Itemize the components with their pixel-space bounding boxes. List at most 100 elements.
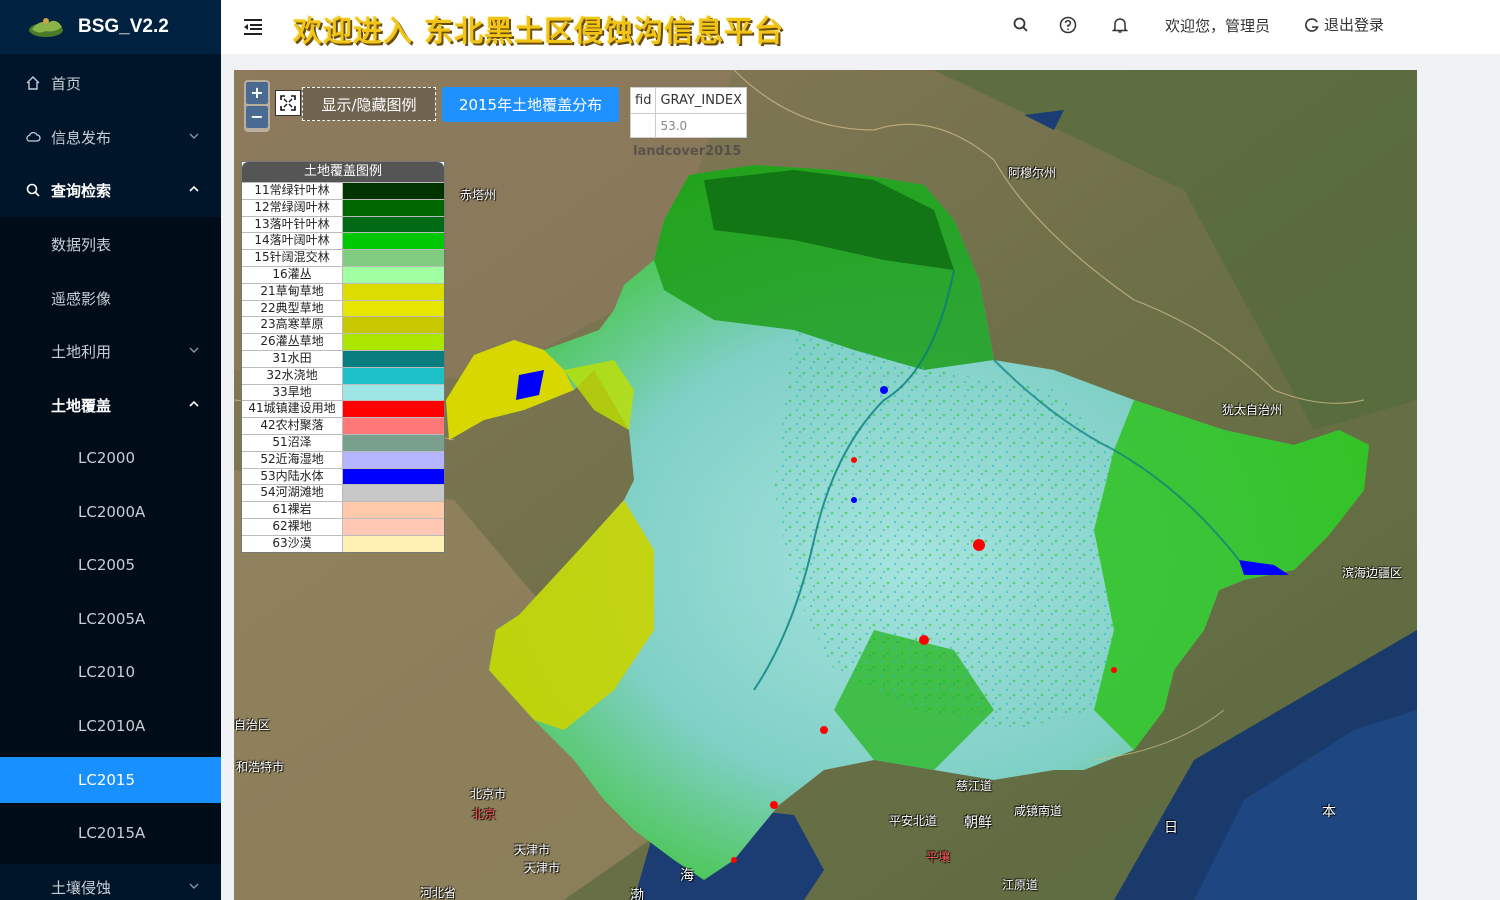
sidebar-item-label: 查询检索 [51,181,112,200]
legend-swatch [343,183,444,199]
legend-label: 16灌丛 [242,266,343,283]
legend-label: 13落叶针叶林 [242,216,343,233]
legend-label: 62裸地 [242,518,343,535]
legend-swatch [343,350,444,367]
search-icon [24,181,42,199]
sidebar-item-lc2010[interactable]: LC2010 [0,649,221,695]
legend-swatch [343,451,444,468]
place-label: 日 [1164,820,1178,836]
sidebar-item-lc2005a[interactable]: LC2005A [0,596,221,642]
legend-label: 53内陆水体 [242,468,343,485]
legend-label: 31水田 [242,350,343,367]
sidebar-item-query[interactable]: 查询检索 [0,167,221,213]
sidebar-item-land-use[interactable]: 土地利用 [0,328,221,374]
page-title: 欢迎进入 东北黑土区侵蚀沟信息平台 [293,14,785,48]
place-label: 赤塔州 [460,188,497,202]
sidebar-item-label: LC2015 [78,771,136,789]
place-label: 慈江道 [956,779,993,793]
legend-title: 土地覆盖图例 [242,162,444,182]
app-logo[interactable]: BSG_V2.2 [0,0,221,54]
chevron-down-icon [189,883,199,889]
legend-row: 13落叶针叶林 [242,215,444,233]
legend-label: 33旱地 [242,384,343,401]
chevron-up-icon [189,400,199,407]
legend-row: 32水浇地 [242,366,444,384]
legend-row: 63沙漠 [242,534,444,552]
sidebar-item-lc2005[interactable]: LC2005 [0,542,221,588]
sidebar-item-data-list[interactable]: 数据列表 [0,221,221,267]
search-icon[interactable] [1011,15,1031,35]
land-cover-legend: 土地覆盖图例 11常绿针叶林 12常绿阔叶林 13落叶针叶林 14落叶阔叶林 15针阔混… [241,161,445,553]
app-name: BSG_V2.2 [78,16,169,37]
sidebar-item-label: 土地覆盖 [51,396,112,415]
legend-rows: 11常绿针叶林 12常绿阔叶林 13落叶针叶林 14落叶阔叶林 15针阔混交林 16灌丛 2… [242,182,444,552]
legend-toggle-button[interactable]: 显示/隐藏图例 [302,87,436,121]
menu-fold-icon[interactable] [241,15,265,39]
sidebar-item-lc2010a[interactable]: LC2010A [0,703,221,749]
cloud-icon [24,128,42,146]
legend-row: 16灌丛 [242,265,444,283]
sidebar-item-publish[interactable]: 信息发布 [0,114,221,160]
sidebar-item-label: LC2000A [78,503,146,521]
legend-swatch [343,199,444,216]
sidebar-item-soil-erosion[interactable]: 土壤侵蚀 [0,864,221,900]
sidebar-item-lc2000[interactable]: LC2000 [0,435,221,481]
legend-swatch [343,535,444,552]
legend-row: 12常绿阔叶林 [242,198,444,216]
sidebar-item-lc2015[interactable]: LC2015 [0,757,221,803]
top-header: 欢迎进入 东北黑土区侵蚀沟信息平台 欢迎您，管理员 退出登录 [221,0,1500,54]
legend-swatch [343,434,444,451]
layer-button[interactable]: 2015年土地覆盖分布 [442,87,619,122]
legend-row: 52近海湿地 [242,450,444,468]
sidebar-item-home[interactable]: 首页 [0,60,221,106]
sidebar-item-land-cover[interactable]: 土地覆盖 [0,382,221,428]
legend-label: 21草甸草地 [242,283,343,300]
place-label: 河北省 [420,886,457,900]
place-label: 江原道 [1002,878,1039,892]
logout-icon [1305,17,1319,32]
chevron-down-icon [189,133,199,139]
legend-row: 62裸地 [242,517,444,535]
map-viewport[interactable]: 赤塔州 阿穆尔州 犹太自治州 滨海边疆区 自治区 和浩特市 北京市 北京 天津市… [234,70,1417,900]
sidebar-item-label: 遥感影像 [51,289,112,308]
logout-label: 退出登录 [1324,16,1385,34]
legend-swatch [343,334,444,350]
legend-label: 11常绿针叶林 [242,183,343,199]
legend-swatch [343,300,444,317]
place-label: 咸镜南道 [1014,804,1063,818]
legend-label: 41城镇建设用地 [242,401,343,418]
sidebar-item-lc2015a[interactable]: LC2015A [0,810,221,856]
sidebar-item-label: LC2005 [78,556,136,574]
place-label: 朝鲜 [964,815,992,831]
legend-row: 11常绿针叶林 [242,182,444,199]
legend-label: 51沼泽 [242,434,343,451]
logo-icon [29,18,63,37]
legend-row: 14落叶阔叶林 [242,232,444,250]
legend-label: 32水浇地 [242,367,343,384]
sidebar-item-lc2000a[interactable]: LC2000A [0,489,221,535]
legend-swatch [343,266,444,283]
attr-header-fid: fid [630,87,657,114]
legend-swatch [343,250,444,266]
help-icon[interactable] [1058,15,1078,35]
sidebar-item-remote-sensing[interactable]: 遥感影像 [0,275,221,321]
place-label: 阿穆尔州 [1008,166,1057,180]
place-label: 渤 [630,888,644,900]
sidebar-item-label: LC2015A [78,824,146,842]
zoom-out-button[interactable]: − [246,106,268,128]
zoom-in-button[interactable]: + [246,82,268,104]
place-label: 犹太自治州 [1222,403,1283,417]
legend-row: 54河湖滩地 [242,484,444,502]
legend-label: 63沙漠 [242,535,343,552]
sidebar-item-label: 土地利用 [51,342,112,361]
legend-row: 21草甸草地 [242,282,444,300]
place-label: 北京 [472,807,497,821]
place-label: 北京市 [470,787,507,801]
layer-name-label: landcover2015 [633,144,742,159]
place-label: 本 [1322,804,1336,820]
logout-button[interactable]: 退出登录 [1304,14,1384,35]
legend-swatch [343,367,444,384]
fullscreen-button[interactable] [275,90,301,116]
bell-icon[interactable] [1110,15,1130,35]
legend-swatch [343,518,444,535]
